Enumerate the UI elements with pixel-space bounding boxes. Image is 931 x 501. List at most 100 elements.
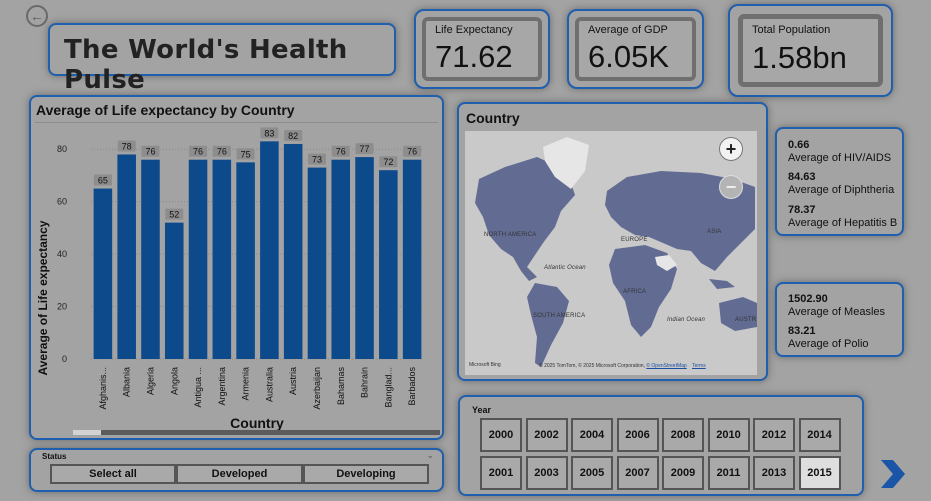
kpi-gdp-value: 6.05K	[588, 39, 670, 74]
bar[interactable]	[236, 162, 255, 359]
chart-scrollbar-thumb[interactable]	[73, 430, 101, 435]
y-axis-label: Average of Life expectancy	[36, 220, 50, 375]
bar[interactable]	[117, 154, 136, 359]
stat-hepatitis-b: 78.37 Average of Hepatitis B	[788, 204, 897, 229]
map-label-asia: ASIA	[707, 229, 722, 235]
bar[interactable]	[141, 159, 160, 359]
year-button[interactable]: 2006	[616, 418, 659, 452]
minus-icon: −	[725, 176, 737, 197]
year-button[interactable]: 2015	[798, 456, 841, 490]
x-tick-label: Armenia	[241, 367, 251, 401]
status-option-select-all[interactable]: Select all	[50, 464, 176, 484]
back-button[interactable]: ←	[26, 5, 48, 27]
x-tick-label: Bahrain	[360, 367, 370, 398]
x-tick-label: Austria	[288, 367, 298, 395]
year-button[interactable]: 2008	[662, 418, 704, 452]
zoom-out-button[interactable]: −	[719, 175, 743, 199]
bar[interactable]	[188, 159, 208, 359]
status-slicer-panel: Status ⌄ Select all Developed Developing	[29, 448, 444, 492]
y-tick-label: 20	[57, 302, 67, 312]
year-slicer-title: Year	[472, 405, 492, 415]
x-tick-label: Bahamas	[336, 367, 346, 406]
plus-icon: +	[725, 138, 737, 159]
year-button[interactable]: 2002	[525, 418, 568, 452]
stat-measles-label: Average of Measles	[788, 306, 886, 318]
kpi-gdp-card: Average of GDP 6.05K	[567, 9, 704, 89]
year-button[interactable]: 2013	[753, 456, 795, 490]
world-map[interactable]: NORTH AMERICA EUROPE ASIA Atlantic Ocean…	[465, 131, 757, 375]
bar[interactable]	[260, 141, 279, 359]
x-tick-label: Barbados	[407, 367, 417, 406]
bar[interactable]	[307, 167, 327, 359]
stat-diphtheria-value: 84.63	[788, 171, 816, 183]
year-button[interactable]: 2003	[525, 456, 568, 490]
x-tick-label: Australia	[264, 367, 274, 402]
chart-scrollbar-track[interactable]	[73, 430, 440, 435]
year-button[interactable]: 2012	[753, 418, 795, 452]
bar[interactable]	[331, 159, 351, 359]
x-tick-label: Argentina	[217, 367, 227, 406]
year-button[interactable]: 2000	[480, 418, 522, 452]
data-label: 73	[312, 155, 322, 165]
stat-hiv-value: 0.66	[788, 139, 810, 151]
bar[interactable]	[164, 222, 184, 359]
year-button[interactable]: 2005	[571, 456, 613, 490]
data-label: 76	[193, 147, 203, 157]
year-button[interactable]: 2007	[616, 456, 659, 490]
world-map-svg	[465, 131, 757, 375]
year-button[interactable]: 2011	[707, 456, 750, 490]
chevron-down-icon[interactable]: ⌄	[426, 450, 434, 461]
year-button[interactable]: 2001	[480, 456, 522, 490]
kpi-population-label: Total Population	[752, 24, 831, 36]
kpi-population-card: Total Population 1.58bn	[728, 4, 893, 97]
map-title: Country	[466, 110, 520, 126]
map-label-north-america: NORTH AMERICA	[484, 232, 537, 238]
data-label: 76	[145, 147, 155, 157]
stat-measles: 1502.90 Average of Measles	[788, 293, 885, 318]
year-button[interactable]: 2014	[798, 418, 841, 452]
data-label: 82	[288, 131, 298, 141]
data-label: 75	[241, 149, 251, 159]
bar[interactable]	[212, 159, 232, 359]
data-label: 83	[264, 128, 274, 138]
y-tick-label: 80	[57, 144, 67, 154]
status-slicer-title: Status	[42, 452, 67, 461]
year-button[interactable]: 2009	[662, 456, 704, 490]
bar[interactable]	[93, 188, 113, 359]
osm-link[interactable]: © OpenStreetMap	[646, 363, 686, 369]
bar[interactable]	[355, 157, 374, 359]
kpi-inner-frame: Life Expectancy 71.62	[422, 17, 542, 81]
data-label: 76	[336, 147, 346, 157]
bar[interactable]	[283, 143, 303, 359]
kpi-population-value: 1.58bn	[752, 40, 847, 75]
terms-link[interactable]: Terms	[692, 363, 706, 369]
stat-hepatitis-b-label: Average of Hepatitis B	[788, 217, 898, 229]
stat-polio: 83.21 Average of Polio	[788, 325, 869, 350]
year-button[interactable]: 2004	[571, 418, 613, 452]
map-label-europe: EUROPE	[621, 237, 648, 243]
map-panel: Country NORTH AMERICA EUROPE ASIA Atlant…	[457, 102, 768, 381]
y-tick-label: 0	[62, 354, 67, 364]
stat-hiv-label: Average of HIV/AIDS	[788, 152, 892, 164]
map-label-africa: AFRICA	[623, 289, 647, 295]
stats-card-1: 0.66 Average of HIV/AIDS 84.63 Average o…	[775, 127, 904, 236]
y-tick-label: 60	[57, 197, 67, 207]
x-tick-label: Angola	[169, 367, 179, 395]
kpi-inner-frame: Average of GDP 6.05K	[575, 17, 696, 81]
map-attribution: © 2025 TomTom, © 2025 Microsoft Corporat…	[539, 363, 706, 369]
year-button[interactable]: 2010	[707, 418, 750, 452]
data-label: 76	[407, 147, 417, 157]
arrow-left-icon: ←	[30, 8, 44, 24]
stat-hiv: 0.66 Average of HIV/AIDS	[788, 139, 891, 164]
bar[interactable]	[402, 159, 422, 359]
zoom-in-button[interactable]: +	[719, 137, 743, 161]
status-option-developed[interactable]: Developed	[176, 464, 303, 484]
next-page-button[interactable]	[875, 458, 907, 490]
x-axis-label: Country	[230, 415, 284, 431]
data-label: 72	[383, 157, 393, 167]
kpi-gdp-label: Average of GDP	[588, 24, 668, 36]
bar[interactable]	[379, 170, 398, 359]
chevron-right-icon	[881, 460, 905, 488]
page-title: The World's Health Pulse	[64, 35, 348, 95]
status-option-developing[interactable]: Developing	[303, 464, 429, 484]
